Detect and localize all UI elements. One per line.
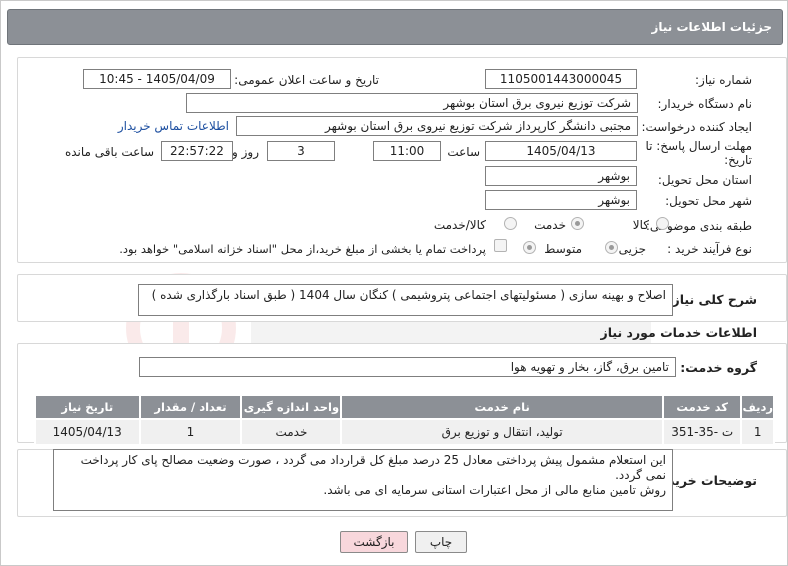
services-table: ردیف کد خدمت نام خدمت واحد اندازه گیری ت… (34, 394, 775, 446)
need-number-label: شماره نیاز: (695, 73, 752, 87)
category-option-both-radio[interactable] (504, 217, 517, 230)
services-section-title: اطلاعات خدمات مورد نیاز (600, 325, 758, 340)
col-quantity: تعداد / مقدار (138, 394, 243, 420)
category-option-service-label: خدمت (534, 218, 566, 232)
cell-service-name: تولید، انتقال و توزیع برق (340, 418, 664, 446)
process-option-medium-label: متوسط (544, 242, 582, 256)
need-number-field[interactable]: 1105001443000045 (485, 69, 637, 89)
creator-field[interactable]: مجتبی دانشگر کارپرداز شرکت توزیع نیروی ب… (236, 116, 638, 136)
days-count-field[interactable]: 3 (267, 141, 335, 161)
days-label: روز و (232, 145, 259, 159)
cell-unit: خدمت (240, 418, 343, 446)
announce-datetime-label: تاریخ و ساعت اعلان عمومی: (234, 73, 379, 87)
col-service-name: نام خدمت (340, 394, 664, 420)
page-title: جزئیات اطلاعات نیاز (651, 20, 772, 34)
summary-textarea[interactable]: اصلاح و بهینه سازی ( مسئولیتهای اجتماعی … (138, 284, 673, 316)
deadline-date-field[interactable]: 1405/04/13 (485, 141, 637, 161)
deadline-time-field[interactable]: 11:00 (373, 141, 441, 161)
buyer-notes-textarea[interactable]: این استعلام مشمول پیش پرداختی معادل 25 د… (53, 449, 673, 511)
delivery-city-field[interactable]: بوشهر (485, 190, 637, 210)
delivery-province-label: استان محل تحویل: (657, 173, 752, 187)
service-group-label: گروه خدمت: (680, 360, 757, 375)
cell-need-date: 1405/04/13 (34, 418, 141, 446)
creator-label: ایجاد کننده درخواست: (641, 120, 752, 134)
buyer-org-field[interactable]: شرکت توزیع نیروی برق استان بوشهر (186, 93, 638, 113)
treasury-payment-checkbox[interactable] (494, 239, 507, 252)
delivery-city-label: شهر محل تحویل: (665, 194, 752, 208)
deadline-label: مهلت ارسال پاسخ: تا تاریخ: (645, 139, 752, 167)
buyer-notes-line-3: روش تامین منابع مالی از محل اعتبارات است… (323, 483, 666, 497)
buyer-notes-line-2: نمی گردد. (615, 468, 666, 482)
cell-row-number: 1 (740, 418, 775, 446)
remaining-time-field[interactable]: 22:57:22 (161, 141, 233, 161)
announce-datetime-field[interactable]: 1405/04/09 - 10:45 (83, 69, 231, 89)
buyer-contact-link[interactable]: اطلاعات تماس خریدار (118, 119, 229, 133)
page-frame: جزئیات اطلاعات نیاز شماره نیاز: 11050014… (0, 0, 788, 566)
col-service-code: کد خدمت (661, 394, 743, 420)
category-option-goods-radio[interactable] (656, 217, 669, 230)
services-table-header: ردیف کد خدمت نام خدمت واحد اندازه گیری ت… (34, 394, 775, 420)
page-title-bar: جزئیات اطلاعات نیاز (7, 9, 783, 45)
service-group-field[interactable]: تامین برق، گاز، بخار و تهویه هوا (139, 357, 676, 377)
buyer-notes-line-1: این استعلام مشمول پیش پرداختی معادل 25 د… (80, 453, 666, 467)
col-row-number: ردیف (740, 394, 775, 420)
category-option-service-radio[interactable] (571, 217, 584, 230)
summary-text: اصلاح و بهینه سازی ( مسئولیتهای اجتماعی … (151, 288, 666, 302)
deadline-time-label: ساعت (447, 145, 480, 159)
cell-quantity: 1 (138, 418, 243, 446)
print-button[interactable]: چاپ (415, 531, 467, 553)
back-button[interactable]: بازگشت (340, 531, 408, 553)
delivery-province-field[interactable]: بوشهر (485, 166, 637, 186)
treasury-payment-note: پرداخت تمام یا بخشی از مبلغ خرید،از محل … (119, 242, 486, 256)
col-need-date: تاریخ نیاز (34, 394, 141, 420)
category-option-both-label: کالا/خدمت (433, 218, 486, 232)
summary-label: شرح کلی نیاز: (667, 292, 757, 307)
process-type-label: نوع فرآیند خرید : (667, 242, 752, 256)
col-unit: واحد اندازه گیری (240, 394, 343, 420)
table-row[interactable]: 1 ت -35-351 تولید، انتقال و توزیع برق خد… (34, 418, 775, 446)
process-option-medium-radio[interactable] (523, 241, 536, 254)
buyer-org-label: نام دستگاه خریدار: (657, 97, 753, 111)
process-option-minor-label: جزیی (618, 242, 646, 256)
cell-service-code: ت -35-351 (661, 418, 743, 446)
process-option-minor-radio[interactable] (605, 241, 618, 254)
category-option-goods-label: کالا (632, 218, 649, 232)
remaining-time-label: ساعت باقی مانده (64, 145, 154, 159)
